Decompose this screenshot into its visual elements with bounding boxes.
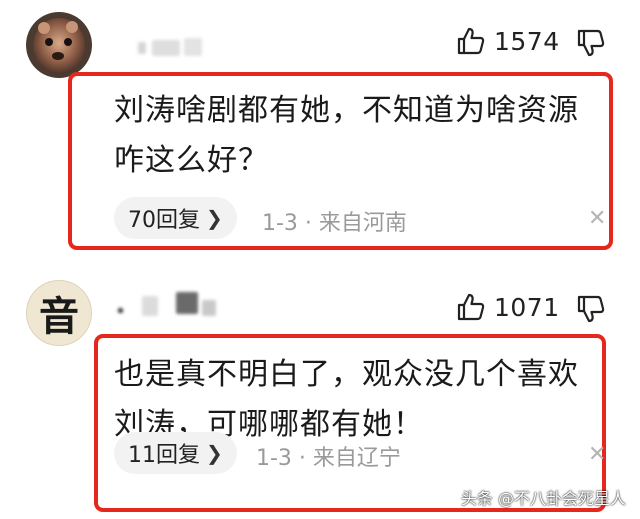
comment-meta: 1-3 · 来自辽宁 (256, 446, 401, 471)
comment-line: 咋这么好？ (114, 143, 269, 178)
thumbs-up-icon (457, 293, 485, 321)
calligraphy-character-avatar: 音 (39, 293, 79, 340)
like-button[interactable]: 1071 (456, 292, 560, 322)
dog-photo-avatar (26, 12, 92, 78)
like-count: 1071 (494, 292, 560, 322)
comment-meta: 1-3 · 来自河南 (262, 211, 407, 236)
comment-line: 也是真不明白了，观众没几个喜欢 (114, 357, 579, 392)
close-icon[interactable]: ✕ (588, 206, 606, 231)
watermark: 头条 @不八卦会死星人 (460, 489, 626, 508)
dislike-button[interactable] (576, 28, 606, 62)
reply-label: 11回复 (128, 443, 200, 468)
dislike-button[interactable] (576, 294, 606, 328)
reply-button[interactable]: 70回复 ❯ (114, 197, 237, 239)
chevron-right-icon: ❯ (206, 206, 223, 230)
avatar[interactable]: 音 (26, 280, 92, 346)
thumbs-up-icon (457, 27, 485, 55)
comment-item: 1574 刘涛啥剧都有她，不知道为啥资源 咋这么好？ 70回复 ❯ 1-3 · … (0, 0, 640, 258)
comment-text: 刘涛啥剧都有她，不知道为啥资源 咋这么好？ (114, 86, 579, 186)
username-redacted (138, 36, 208, 60)
close-icon[interactable]: ✕ (588, 442, 606, 467)
avatar[interactable] (26, 12, 92, 78)
thumbs-down-icon (577, 295, 605, 323)
like-count: 1574 (494, 26, 560, 56)
comment-line: 刘涛啥剧都有她，不知道为啥资源 (114, 93, 579, 128)
chevron-right-icon: ❯ (206, 441, 223, 465)
like-button[interactable]: 1574 (456, 26, 560, 56)
username-redacted (118, 290, 228, 320)
reply-label: 70回复 (128, 208, 200, 233)
thumbs-down-icon (577, 29, 605, 57)
comment-item: 音 1071 也是真不明白了，观众没几个喜欢 刘涛，可哪哪都有她！ 11回复 ❯… (0, 270, 640, 519)
reply-button[interactable]: 11回复 ❯ (114, 432, 237, 474)
